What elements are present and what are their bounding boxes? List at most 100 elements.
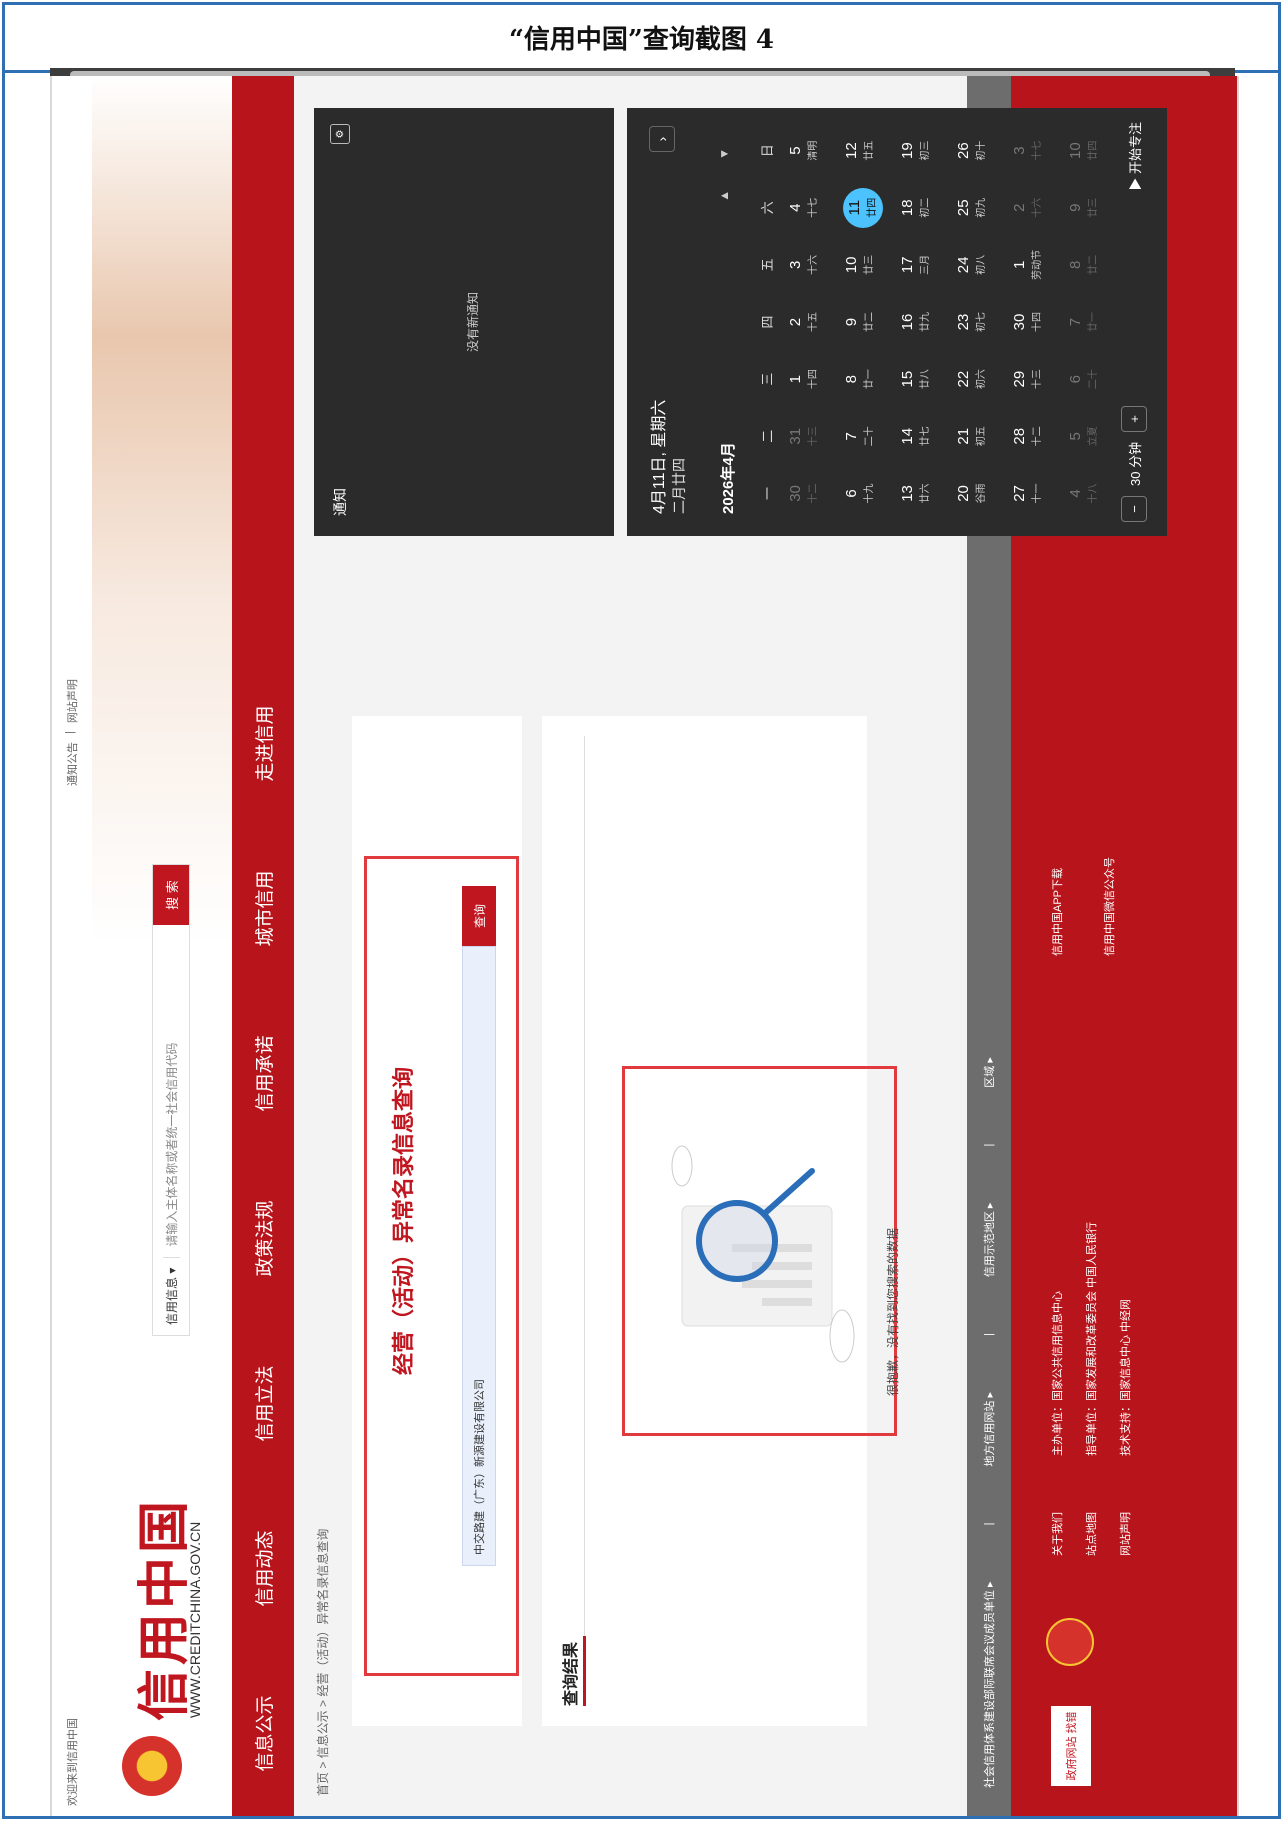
nav-item-city[interactable]: 城市信用 — [232, 826, 294, 991]
calendar-lunar: 二月廿四 — [671, 458, 687, 514]
nav-item-legislation[interactable]: 信用立法 — [232, 1321, 294, 1486]
site-search: 信用信息 ▾ 请输入主体名称或者统一社会信用代码 搜 索 — [152, 864, 190, 1336]
calendar-collapse-icon[interactable]: › — [649, 126, 675, 152]
calendar-day[interactable]: 3 十六 — [787, 236, 837, 293]
gov-site-badge[interactable]: 政府网站 找错 — [1051, 1706, 1091, 1786]
weekday-label: 六 — [760, 201, 775, 215]
calendar-day[interactable]: 16 廿九 — [899, 293, 949, 350]
footer-link-about[interactable]: 关于我们 — [1049, 1512, 1065, 1556]
calendar-day[interactable]: 7 廿一 — [1067, 293, 1117, 350]
nav-item-info[interactable]: 信息公示 — [232, 1651, 294, 1816]
calendar-day[interactable]: 5 清明 — [787, 122, 837, 179]
footer-bar-demo[interactable]: 信用示范地区 ▸ — [981, 1175, 997, 1306]
notice-link[interactable]: 通知公告 — [64, 742, 80, 786]
calendar-day[interactable]: 4 十七 — [787, 179, 837, 236]
calendar-day[interactable]: 6 十九 — [843, 465, 893, 522]
calendar-date: 4月11日, 星期六 — [651, 399, 668, 514]
footer-bar-divider: | — [983, 1522, 995, 1526]
figure-caption: “信用中国”查询截图 4 — [5, 5, 1278, 73]
calendar-day[interactable]: 12 廿五 — [843, 122, 893, 179]
calendar-day[interactable]: 21 初五 — [955, 408, 1005, 465]
footer-app-download[interactable]: 信用中国APP下载 — [1049, 868, 1065, 956]
calendar-day[interactable]: 15 廿八 — [899, 351, 949, 408]
notification-title: 通知 — [332, 488, 348, 516]
results-tab-underline — [583, 1636, 586, 1706]
footer-bar-local[interactable]: 地方信用网站 ▸ — [981, 1364, 997, 1495]
calendar-day[interactable]: 9 廿三 — [1067, 179, 1117, 236]
calendar-day[interactable]: 8 廿一 — [843, 351, 893, 408]
calendar-day[interactable]: 6 二十 — [1067, 351, 1117, 408]
calendar-day[interactable]: 17 三月 — [899, 236, 949, 293]
site-logo-text[interactable]: 信用中国 — [122, 1497, 197, 1721]
search-button[interactable]: 搜 索 — [153, 865, 189, 925]
footer-wechat[interactable]: 信用中国微信公众号 — [1101, 857, 1117, 956]
weekday-label: 二 — [760, 429, 775, 443]
notification-panel: 通知 ⚙ 没有新通知 — [314, 108, 614, 536]
weekday-label: 五 — [760, 258, 775, 272]
footer-tech: 技术支持：国家信息中心 中经网 — [1120, 1298, 1132, 1456]
search-category-select[interactable]: 信用信息 ▾ — [162, 1256, 180, 1335]
calendar-panel: 4月11日, 星期六 二月廿四 › 2026年4月 ▲ ▼ 一 二 三 四 五 六 日 30 十… — [627, 108, 1167, 536]
calendar-day[interactable]: 27 十一 — [1011, 465, 1061, 522]
calendar-day[interactable]: 1 劳动节 — [1011, 236, 1061, 293]
calendar-day[interactable]: 25 初九 — [955, 179, 1005, 236]
footer-host: 主办单位：国家公共信用信息中心 — [1052, 1291, 1064, 1456]
nav-item-commitment[interactable]: 信用承诺 — [232, 991, 294, 1156]
footer-bar-divider: | — [983, 1143, 995, 1147]
calendar-day[interactable]: 13 廿六 — [899, 465, 949, 522]
calendar-day[interactable]: 19 初三 — [899, 122, 949, 179]
top-bar: 欢迎来到信用中国 通知公告 | 网站声明 — [52, 76, 92, 1816]
footer-bar-region[interactable]: 区域 ▸ — [981, 1029, 997, 1116]
highlight-box-query — [364, 856, 519, 1676]
calendar-day[interactable]: 3 十七 — [1011, 122, 1061, 179]
divider: | — [64, 731, 76, 734]
nav-item-news[interactable]: 信用动态 — [232, 1486, 294, 1651]
calendar-day[interactable]: 28 十二 — [1011, 408, 1061, 465]
calendar-day[interactable]: 9 廿二 — [843, 293, 893, 350]
calendar-day[interactable]: 31 十三 — [787, 408, 837, 465]
calendar-day[interactable]: 20 谷雨 — [955, 465, 1005, 522]
calendar-day[interactable]: 29 十三 — [1011, 351, 1061, 408]
calendar-day[interactable]: 18 初二 — [899, 179, 949, 236]
prev-month-icon[interactable]: ▲ — [717, 190, 731, 202]
next-month-icon[interactable]: ▼ — [717, 148, 731, 160]
calendar-day[interactable]: 5 立夏 — [1067, 408, 1117, 465]
calendar-day[interactable]: 24 初八 — [955, 236, 1005, 293]
calendar-day[interactable]: 26 初十 — [955, 122, 1005, 179]
calendar-day[interactable]: 23 初七 — [955, 293, 1005, 350]
calendar-day[interactable]: 14 廿七 — [899, 408, 949, 465]
calendar-day[interactable]: 10 廿三 — [843, 236, 893, 293]
calendar-day[interactable]: 7 二十 — [843, 408, 893, 465]
increase-focus-icon[interactable]: + — [1121, 405, 1147, 432]
footer-bar-members[interactable]: 社会信用体系建设部际联席会议成员单位 ▸ — [981, 1553, 997, 1816]
weekday-label: 日 — [760, 144, 775, 158]
calendar-month[interactable]: 2026年4月 — [717, 442, 738, 514]
site-url: WWW.CREDITCHINA.GOV.CN — [187, 1521, 203, 1718]
screenshot: 欢迎来到信用中国 通知公告 | 网站声明 信用中国 WWW.CREDITCHIN… — [50, 76, 1239, 1816]
decrease-focus-icon[interactable]: − — [1121, 496, 1147, 522]
statement-link[interactable]: 网站声明 — [64, 679, 80, 723]
focus-bar: − 30 分钟 + ▶ 开始专注 — [1117, 122, 1151, 522]
calendar-day[interactable]: 30 十二 — [787, 465, 837, 522]
weekday-label: 一 — [760, 486, 775, 500]
calendar-day[interactable]: 2 十六 — [1011, 179, 1061, 236]
calendar-day[interactable]: 10 廿四 — [1067, 122, 1117, 179]
calendar-day-today[interactable]: 11 廿四 — [843, 179, 893, 236]
results-title: 查询结果 — [563, 1641, 580, 1706]
weekday-label: 三 — [760, 372, 775, 386]
calendar-day[interactable]: 1 十四 — [787, 351, 837, 408]
calendar-grid: 一二三四五六日 30 十二 31 十三 1 十四 2 十五 3 十六 4 十七 5 清明 6 十九 7 二十 8 廿一 9… — [757, 122, 1117, 522]
footer-link-sitemap[interactable]: 站点地图 — [1083, 1512, 1099, 1556]
search-input[interactable]: 请输入主体名称或者统一社会信用代码 — [163, 925, 180, 1257]
nav-item-policy[interactable]: 政策法规 — [232, 1156, 294, 1321]
calendar-day[interactable]: 30 十四 — [1011, 293, 1061, 350]
notification-settings-icon[interactable]: ⚙ — [330, 124, 350, 144]
nav-item-about[interactable]: 走进信用 — [232, 661, 294, 826]
results-divider — [584, 736, 585, 1706]
calendar-day[interactable]: 2 十五 — [787, 293, 837, 350]
start-focus-button[interactable]: ▶ 开始专注 — [1125, 122, 1144, 191]
calendar-day[interactable]: 22 初六 — [955, 351, 1005, 408]
calendar-day[interactable]: 8 廿二 — [1067, 236, 1117, 293]
calendar-day[interactable]: 4 十八 — [1067, 465, 1117, 522]
footer-link-statement[interactable]: 网站声明 — [1117, 1512, 1133, 1556]
